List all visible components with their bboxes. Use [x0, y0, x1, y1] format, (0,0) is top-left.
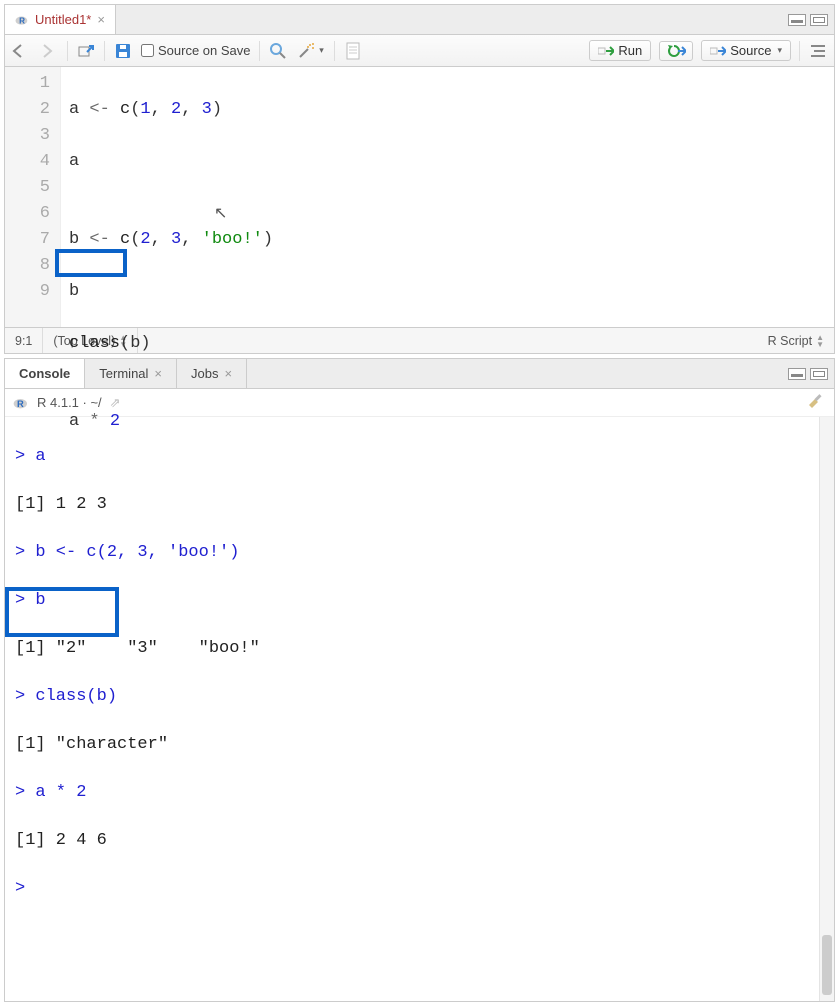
console-line: > a * 2	[15, 781, 826, 805]
editor-toolbar: Source on Save ▾ Run Source ▾	[5, 35, 834, 67]
editor-tab-title: Untitled1*	[35, 12, 91, 27]
code-line: b	[69, 279, 826, 305]
source-button[interactable]: Source ▾	[701, 40, 791, 61]
editor-tab-untitled1[interactable]: R Untitled1* ×	[5, 5, 116, 34]
maximize-pane-icon[interactable]	[810, 14, 828, 26]
console-line: [1] 1 2 3	[15, 493, 826, 517]
save-icon[interactable]	[113, 41, 133, 61]
svg-text:R: R	[19, 16, 25, 25]
console-line: [1] "2" "3" "boo!"	[15, 637, 826, 661]
editor-tabstrip: R Untitled1* ×	[5, 5, 834, 35]
code-line: b <- c(2, 3, 'boo!')	[69, 227, 826, 253]
code-line: a <- c(1, 2, 3)	[69, 97, 826, 123]
source-on-save-checkbox[interactable]: Source on Save	[141, 43, 251, 58]
rerun-button[interactable]	[659, 41, 693, 61]
r-file-icon: R	[15, 13, 29, 27]
find-icon[interactable]	[268, 41, 288, 61]
svg-text:R: R	[17, 399, 24, 409]
line-number: 3	[5, 123, 50, 149]
editor-highlight-box	[55, 249, 127, 277]
console-line: >	[15, 877, 826, 901]
run-button[interactable]: Run	[589, 40, 651, 61]
code-line: a	[69, 149, 826, 175]
r-logo-icon: R	[13, 394, 29, 411]
line-number: 6	[5, 201, 50, 227]
line-number: 8	[5, 253, 50, 279]
tab-terminal[interactable]: Terminal×	[85, 359, 177, 388]
source-button-label: Source	[730, 43, 771, 58]
line-number: 1	[5, 71, 50, 97]
close-icon[interactable]: ×	[154, 366, 162, 381]
console-tabstrip: Console Terminal× Jobs×	[5, 359, 834, 389]
code-area[interactable]: a <- c(1, 2, 3) a b <- c(2, 3, 'boo!') b…	[61, 67, 834, 327]
line-number: 9	[5, 279, 50, 305]
code-editor[interactable]: 1 2 3 4 5 6 7 8 9 a <- c(1, 2, 3) a b <-…	[5, 67, 834, 327]
console-output[interactable]: > a [1] 1 2 3 > b <- c(2, 3, 'boo!') > b…	[5, 417, 834, 1001]
maximize-pane-icon[interactable]	[810, 368, 828, 380]
minimize-pane-icon[interactable]	[788, 14, 806, 26]
tab-console[interactable]: Console	[5, 359, 85, 388]
line-number: 2	[5, 97, 50, 123]
console-line: [1] "character"	[15, 733, 826, 757]
line-number: 4	[5, 149, 50, 175]
back-icon[interactable]	[11, 41, 31, 61]
line-number: 5	[5, 175, 50, 201]
scrollbar-thumb[interactable]	[822, 935, 832, 995]
cursor-position: 9:1	[5, 328, 43, 353]
show-in-new-window-icon[interactable]	[76, 41, 96, 61]
source-on-save-label: Source on Save	[158, 43, 251, 58]
close-icon[interactable]: ×	[224, 366, 232, 381]
console-line: > class(b)	[15, 685, 826, 709]
forward-icon[interactable]	[39, 41, 59, 61]
line-number: 7	[5, 227, 50, 253]
outline-icon[interactable]	[808, 41, 828, 61]
run-button-label: Run	[618, 43, 642, 58]
minimize-pane-icon[interactable]	[788, 368, 806, 380]
editor-pane: R Untitled1* × Source on Save	[4, 4, 835, 354]
compile-report-icon[interactable]	[343, 41, 363, 61]
code-tools-icon[interactable]: ▾	[296, 41, 326, 61]
code-line: class(b)	[69, 331, 826, 357]
tab-jobs[interactable]: Jobs×	[177, 359, 247, 388]
line-number-gutter: 1 2 3 4 5 6 7 8 9	[5, 67, 61, 327]
console-line: > b	[15, 589, 826, 613]
console-line: > b <- c(2, 3, 'boo!')	[15, 541, 826, 565]
console-pane: Console Terminal× Jobs× R R 4.1.1 · ~/ ⇗…	[4, 358, 835, 1002]
console-scrollbar[interactable]	[819, 417, 834, 1001]
close-icon[interactable]: ×	[97, 12, 105, 27]
console-line: > a	[15, 445, 826, 469]
source-on-save-input[interactable]	[141, 44, 154, 57]
mouse-cursor-icon: ↖	[214, 201, 227, 227]
console-line: [1] 2 4 6	[15, 829, 826, 853]
